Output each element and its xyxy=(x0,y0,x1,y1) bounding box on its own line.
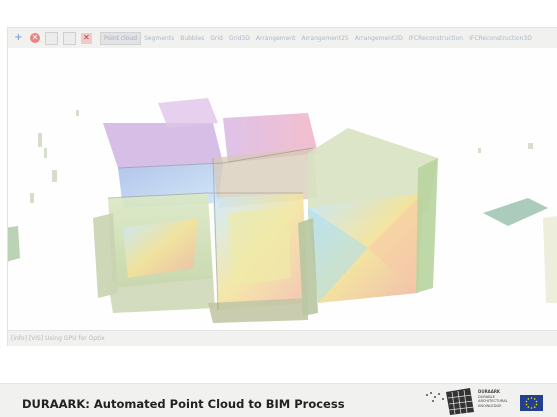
stop-icon[interactable]: ✕ xyxy=(30,33,40,43)
status-text: [info] [VIS] Using GPU for Optix xyxy=(11,335,105,342)
tab-arrangement3d[interactable]: Arrangement3D xyxy=(352,33,406,44)
toolbar: + ✕ ✕ Point cloud Segments Bubbles Grid … xyxy=(8,28,557,48)
tab-bubbles[interactable]: Bubbles xyxy=(177,33,207,44)
tab-ifc-reconstruction3d[interactable]: IFCReconstruction3D xyxy=(466,33,535,44)
blank-button-icon[interactable] xyxy=(63,31,76,45)
tab-arrangement25[interactable]: Arrangement25 xyxy=(298,33,351,44)
close-icon[interactable]: ✕ xyxy=(81,32,92,44)
point-cloud-viewport[interactable] xyxy=(8,48,557,330)
logo-line: KNOWLEDGE xyxy=(478,403,502,408)
app-window: + ✕ ✕ Point cloud Segments Bubbles Grid … xyxy=(7,27,557,346)
slide-footer: DURAARK: Automated Point Cloud to BIM Pr… xyxy=(0,383,557,417)
tab-grid[interactable]: Grid xyxy=(207,33,226,44)
eu-flag-icon xyxy=(520,395,543,411)
view-tabs: Point cloud Segments Bubbles Grid Grid3D… xyxy=(100,31,535,45)
plus-icon[interactable]: + xyxy=(12,32,25,45)
tab-point-cloud[interactable]: Point cloud xyxy=(100,31,142,45)
blank-button-icon[interactable] xyxy=(45,31,58,45)
status-bar: [info] [VIS] Using GPU for Optix xyxy=(8,330,557,346)
footer-title: DURAARK: Automated Point Cloud to BIM Pr… xyxy=(22,397,345,411)
tab-segments[interactable]: Segments xyxy=(141,33,177,44)
tab-arrangement[interactable]: Arrangement xyxy=(253,33,299,44)
tab-ifc-reconstruction[interactable]: IFCReconstruction xyxy=(406,33,466,44)
point-cloud-render xyxy=(8,98,557,323)
top-margin xyxy=(0,0,557,27)
logo-text: DURAARK DURABLE ARCHITECTURAL KNOWLEDGE xyxy=(478,389,508,408)
tab-grid3d[interactable]: Grid3D xyxy=(226,33,253,44)
